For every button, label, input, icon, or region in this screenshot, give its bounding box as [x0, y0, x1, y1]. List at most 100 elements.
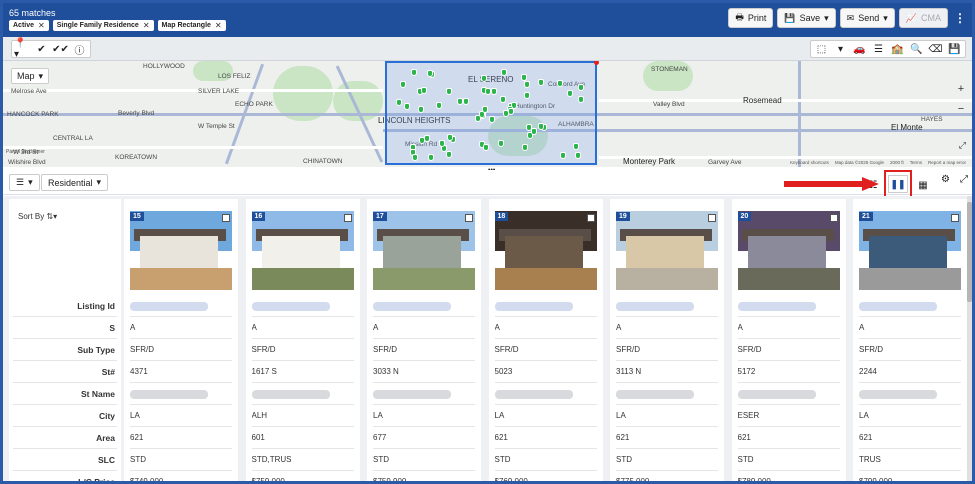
- checkmark-icon[interactable]: ✔: [33, 41, 50, 57]
- gear-icon[interactable]: ⚙: [941, 174, 950, 185]
- map-label: Monterey Park: [623, 157, 676, 166]
- listing-card[interactable]: 15 A SFR/D 4371 LA 621 STD $749,000: [124, 199, 238, 481]
- table-cell: 621: [859, 427, 961, 449]
- zoom-in-icon[interactable]: +: [954, 83, 968, 95]
- listing-pin[interactable]: [396, 98, 403, 106]
- listing-pin[interactable]: [427, 153, 434, 161]
- listing-photo[interactable]: [494, 211, 597, 290]
- map-view[interactable]: HOLLYWOOD LOS FELIZ SILVER LAKE ECHO PAR…: [3, 61, 972, 167]
- listing-pin[interactable]: [521, 143, 528, 151]
- listing-pin[interactable]: [436, 101, 443, 109]
- side-by-side-view-icon[interactable]: ❚❚: [884, 170, 912, 198]
- table-cell: 3033 N: [373, 361, 475, 383]
- save-shape-icon[interactable]: 💾: [946, 41, 963, 57]
- select-checkbox[interactable]: [951, 214, 959, 222]
- listing-pin[interactable]: [490, 87, 497, 95]
- zoom-out-icon[interactable]: −: [954, 103, 968, 115]
- fullscreen-icon[interactable]: ⤢: [960, 174, 968, 185]
- redacted-cell: [251, 295, 354, 317]
- cma-button[interactable]: 📈 CMA: [898, 8, 948, 28]
- listing-pin[interactable]: [482, 143, 489, 151]
- map-scale: 2000 ft: [889, 160, 904, 165]
- redacted-value: [130, 390, 208, 399]
- close-icon[interactable]: ✕: [38, 21, 45, 30]
- filter-chip-type[interactable]: Single Family Residence ✕: [52, 20, 154, 31]
- listing-pin[interactable]: [439, 140, 446, 148]
- listing-pin[interactable]: [556, 79, 563, 87]
- map-type-dropdown[interactable]: Map ▾: [11, 68, 50, 84]
- listing-pin[interactable]: [421, 86, 428, 94]
- grid-view-icon[interactable]: ▦: [914, 176, 932, 194]
- more-options-icon[interactable]: ⋮: [952, 8, 968, 28]
- zoom-search-icon[interactable]: 🔍: [908, 41, 925, 57]
- select-checkbox[interactable]: [829, 214, 838, 222]
- draw-rectangle-icon[interactable]: ⬚: [813, 41, 830, 57]
- chevron-down-icon[interactable]: ▾: [832, 41, 849, 57]
- listing-pin[interactable]: [462, 97, 469, 105]
- listing-photo[interactable]: [373, 211, 475, 290]
- keyboard-shortcuts-link[interactable]: Keyboard shortcuts: [790, 160, 829, 165]
- listing-pin[interactable]: [419, 136, 426, 144]
- listing-pin[interactable]: [507, 108, 514, 116]
- car-icon[interactable]: 🚗: [851, 41, 868, 57]
- listing-card[interactable]: 20 A SFR/D 5172 ESER 621 STD $789,000: [731, 199, 846, 481]
- listing-pin[interactable]: [410, 68, 417, 76]
- select-checkbox[interactable]: [465, 214, 473, 222]
- listing-pin[interactable]: [537, 78, 544, 86]
- listing-pin[interactable]: [445, 87, 452, 95]
- listing-card[interactable]: 17 A SFR/D 3033 N LA 677 STD $759,900: [367, 199, 481, 481]
- scrollbar-thumb[interactable]: [967, 202, 972, 302]
- parcel-disclaimer[interactable]: Parcel Disclaimer: [6, 149, 45, 155]
- listing-pin[interactable]: [481, 105, 488, 113]
- property-type-dropdown[interactable]: Residential ▾: [41, 174, 109, 191]
- filter-chip-status[interactable]: Active ✕: [9, 20, 49, 31]
- select-checkbox[interactable]: [343, 214, 352, 222]
- listing-photo[interactable]: [859, 211, 961, 290]
- listing-photo[interactable]: [737, 211, 840, 290]
- map-pin-icon[interactable]: 📍▾: [14, 38, 31, 60]
- listing-pin[interactable]: [559, 152, 566, 160]
- eraser-icon[interactable]: ⌫: [927, 41, 944, 57]
- save-button[interactable]: 💾 Save ▾: [777, 8, 836, 28]
- listing-pin[interactable]: [498, 140, 505, 148]
- sort-by-button[interactable]: Sort By ⇅▾: [18, 212, 57, 221]
- report-error-link[interactable]: Report a map error: [928, 160, 966, 165]
- listing-pin[interactable]: [524, 80, 531, 88]
- listing-pin[interactable]: [523, 91, 530, 99]
- terms-link[interactable]: Terms: [910, 160, 922, 165]
- select-checkbox[interactable]: [708, 214, 716, 222]
- select-checkbox[interactable]: [586, 214, 595, 222]
- listing-card[interactable]: 16 A SFR/D 1617 S ALH 601 STD,TRUS $759,000: [245, 199, 360, 481]
- filter-chip-area[interactable]: Map Rectangle ✕: [157, 20, 226, 31]
- select-checkbox[interactable]: [222, 214, 230, 222]
- rectangle-handle[interactable]: [594, 61, 599, 65]
- info-icon[interactable]: ⓘ: [71, 41, 88, 57]
- send-button[interactable]: ✉ Send ▾: [839, 8, 895, 28]
- table-cell: SFR/D: [251, 339, 354, 361]
- listing-photo[interactable]: [130, 211, 232, 290]
- school-icon[interactable]: 🏫: [889, 41, 906, 57]
- listing-card[interactable]: 21 A SFR/D 2244 LA 621 TRUS $799,000: [853, 199, 967, 481]
- table-cell: STD,TRUS: [251, 449, 354, 471]
- listing-pin[interactable]: [521, 73, 528, 81]
- listing-pin[interactable]: [530, 128, 537, 136]
- vertical-scrollbar[interactable]: [967, 196, 972, 481]
- expand-map-icon[interactable]: ⤢: [959, 140, 966, 151]
- double-check-icon[interactable]: ✔✔: [52, 41, 69, 57]
- map-label: El Monte: [891, 123, 923, 132]
- listing-photo[interactable]: [251, 211, 354, 290]
- layers-icon[interactable]: ☰: [870, 41, 887, 57]
- listing-pin[interactable]: [572, 142, 579, 150]
- print-button[interactable]: 🖶 Print: [728, 8, 774, 28]
- listing-pin[interactable]: [399, 80, 406, 88]
- close-icon[interactable]: ✕: [143, 21, 150, 30]
- list-options-button[interactable]: ☰ ▾: [9, 174, 40, 191]
- listing-card[interactable]: 19 A SFR/D 3113 N LA 621 STD $775,000: [610, 199, 724, 481]
- listing-card[interactable]: 18 A SFR/D 5023 LA 621 STD $769,000: [488, 199, 603, 481]
- listing-pin[interactable]: [578, 95, 585, 103]
- map-rectangle-selection[interactable]: [385, 61, 597, 165]
- listing-pin[interactable]: [485, 87, 492, 95]
- listing-pin[interactable]: [500, 96, 507, 104]
- close-icon[interactable]: ✕: [215, 21, 222, 30]
- listing-photo[interactable]: [616, 211, 718, 290]
